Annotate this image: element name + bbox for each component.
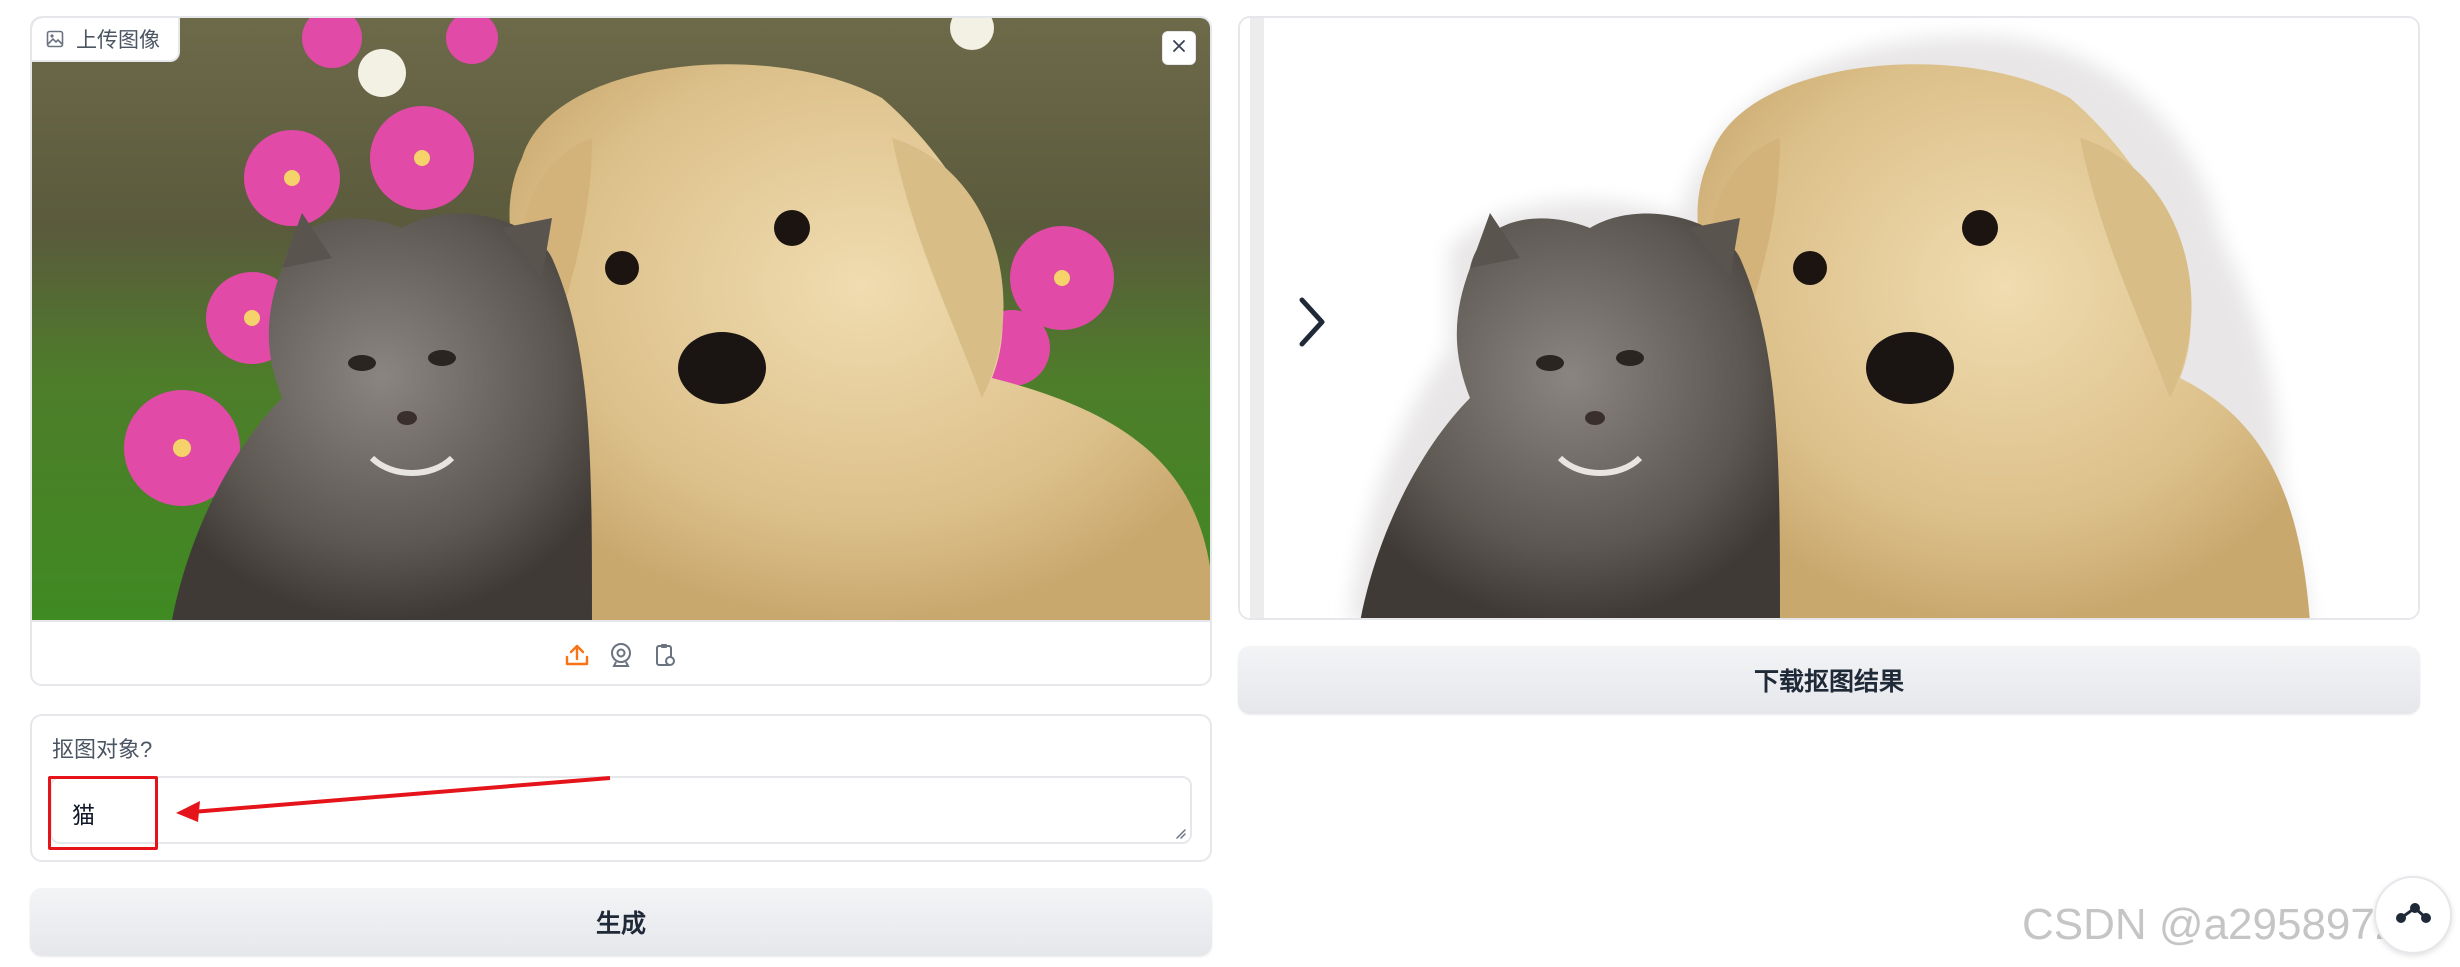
image-icon — [46, 30, 64, 48]
chevron-right-icon[interactable] — [1292, 292, 1332, 352]
uploaded-image — [32, 18, 1210, 620]
clear-image-button[interactable] — [1162, 31, 1196, 65]
prompt-input[interactable] — [50, 776, 1192, 844]
generate-button[interactable]: 生成 — [30, 888, 1212, 956]
image-source-toolbar — [32, 620, 1210, 684]
upload-icon[interactable] — [563, 641, 591, 669]
annotation-highlight-box — [48, 776, 158, 850]
upload-image-label: 上传图像 — [32, 18, 180, 62]
webcam-icon[interactable] — [607, 641, 635, 669]
share-icon — [2393, 898, 2433, 933]
result-image-panel — [1238, 16, 2420, 620]
upload-image-label-text: 上传图像 — [76, 29, 160, 52]
image-upload-panel[interactable]: 上传图像 — [30, 16, 1212, 686]
prompt-panel: 抠图对象? — [30, 714, 1212, 862]
floating-action-button[interactable] — [2374, 876, 2452, 954]
prompt-label: 抠图对象? — [52, 737, 153, 762]
watermark: CSDN @a29589729 — [2022, 900, 2424, 949]
download-result-button[interactable]: 下载抠图结果 — [1238, 646, 2420, 714]
result-image — [1240, 18, 2418, 618]
clipboard-icon[interactable] — [651, 641, 679, 669]
resize-grip-icon[interactable] — [1174, 826, 1186, 839]
close-icon — [1172, 39, 1186, 58]
